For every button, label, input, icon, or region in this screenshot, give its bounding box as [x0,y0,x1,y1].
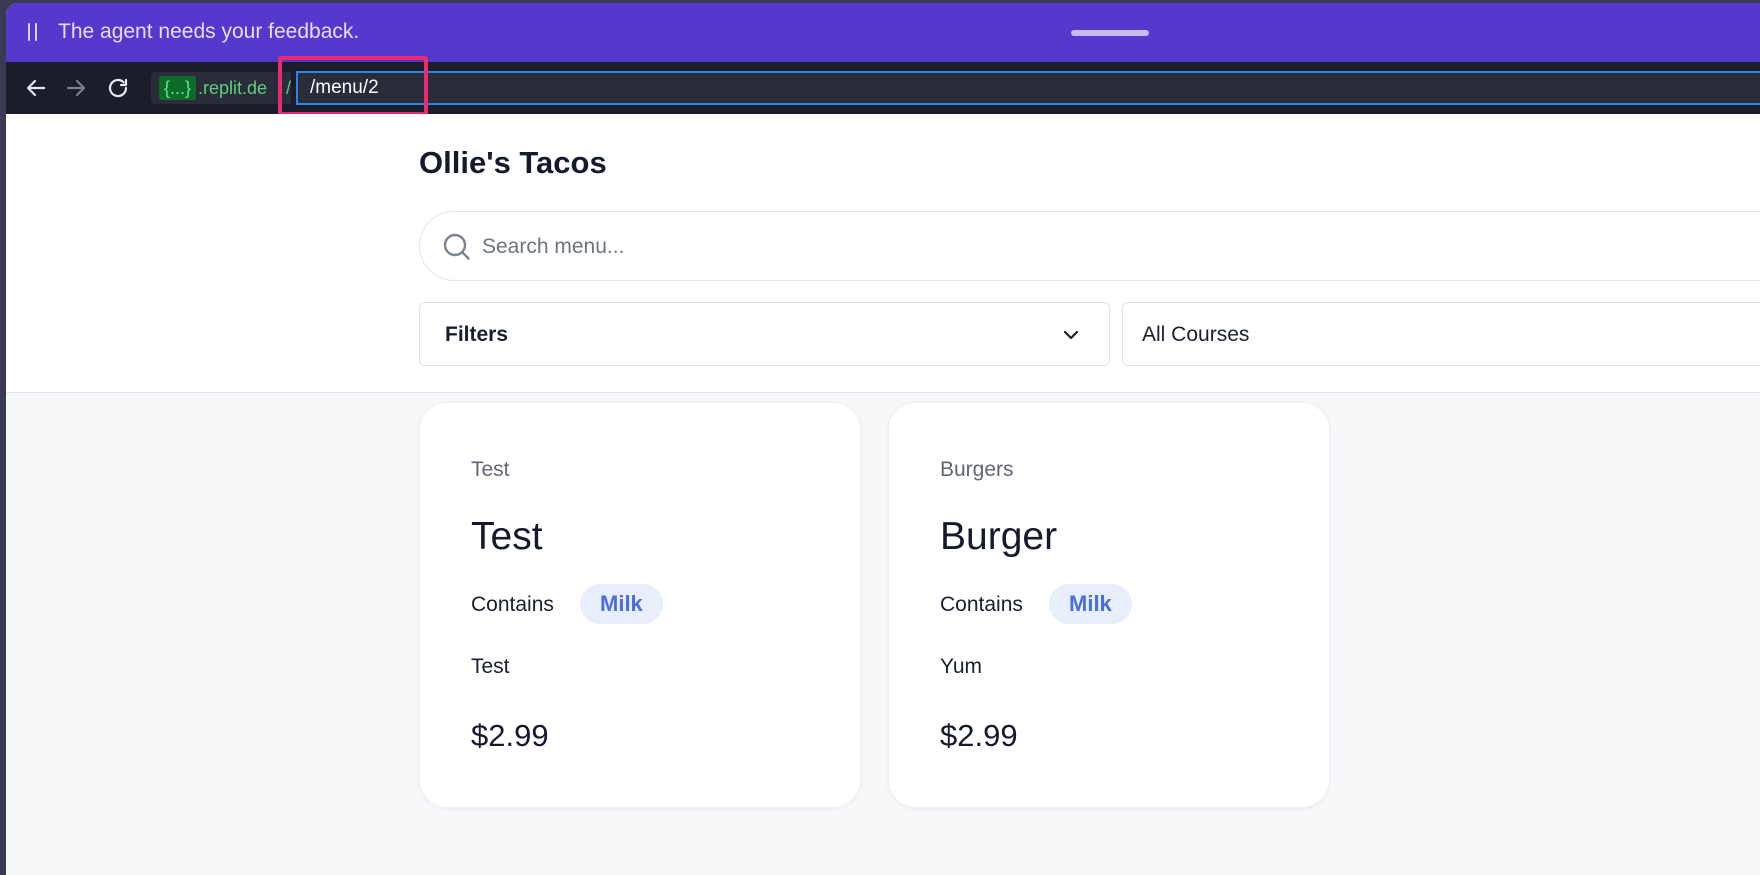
item-price: $2.99 [940,718,1018,753]
filters-dropdown[interactable]: Filters [419,302,1110,366]
page-title: Ollie's Tacos [419,145,607,180]
arrow-right-icon [66,79,86,97]
reload-icon [108,78,128,98]
item-price: $2.99 [471,718,549,753]
reload-button[interactable] [102,72,134,104]
drag-grip-icon[interactable] [28,23,38,41]
search-input[interactable] [482,228,1382,266]
arrow-left-icon [26,79,46,97]
courses-label: All Courses [1142,323,1250,346]
item-name: Test [471,515,543,558]
resize-handle[interactable] [1071,30,1149,36]
forward-button[interactable] [60,72,92,104]
host-badge: {...} [159,76,197,100]
item-description: Test [471,655,510,678]
feedback-banner: The agent needs your feedback. [6,3,1760,62]
feedback-message: The agent needs your feedback. [58,20,360,43]
contains-label: Contains [940,593,1023,616]
url-path-input[interactable] [296,71,1760,105]
host-suffix: .replit.de [198,78,268,98]
item-category: Test [471,458,510,481]
courses-dropdown[interactable]: All Courses [1122,302,1760,366]
browser-window: The agent needs your feedback. {...} .re… [6,3,1760,875]
back-button[interactable] [20,72,52,104]
allergen-badge: Milk [1049,584,1132,624]
search-icon [443,233,470,260]
menu-item-card[interactable]: Test Test Contains Milk Test $2.99 [419,402,861,808]
allergen-badge: Milk [580,584,663,624]
item-category: Burgers [940,458,1014,481]
menu-item-card[interactable]: Burgers Burger Contains Milk Yum $2.99 [888,402,1330,808]
item-name: Burger [940,515,1058,558]
page-header: Ollie's Tacos Filters All Courses [6,114,1760,393]
url-bar: {...} .replit.de / [6,62,1760,114]
chevron-down-icon [1063,330,1079,340]
item-description: Yum [940,655,983,678]
search-box[interactable] [419,211,1760,281]
filters-label: Filters [445,323,509,346]
focus-highlight [278,56,428,116]
url-host[interactable]: {...} .replit.de / [151,72,291,104]
contains-label: Contains [471,593,554,616]
